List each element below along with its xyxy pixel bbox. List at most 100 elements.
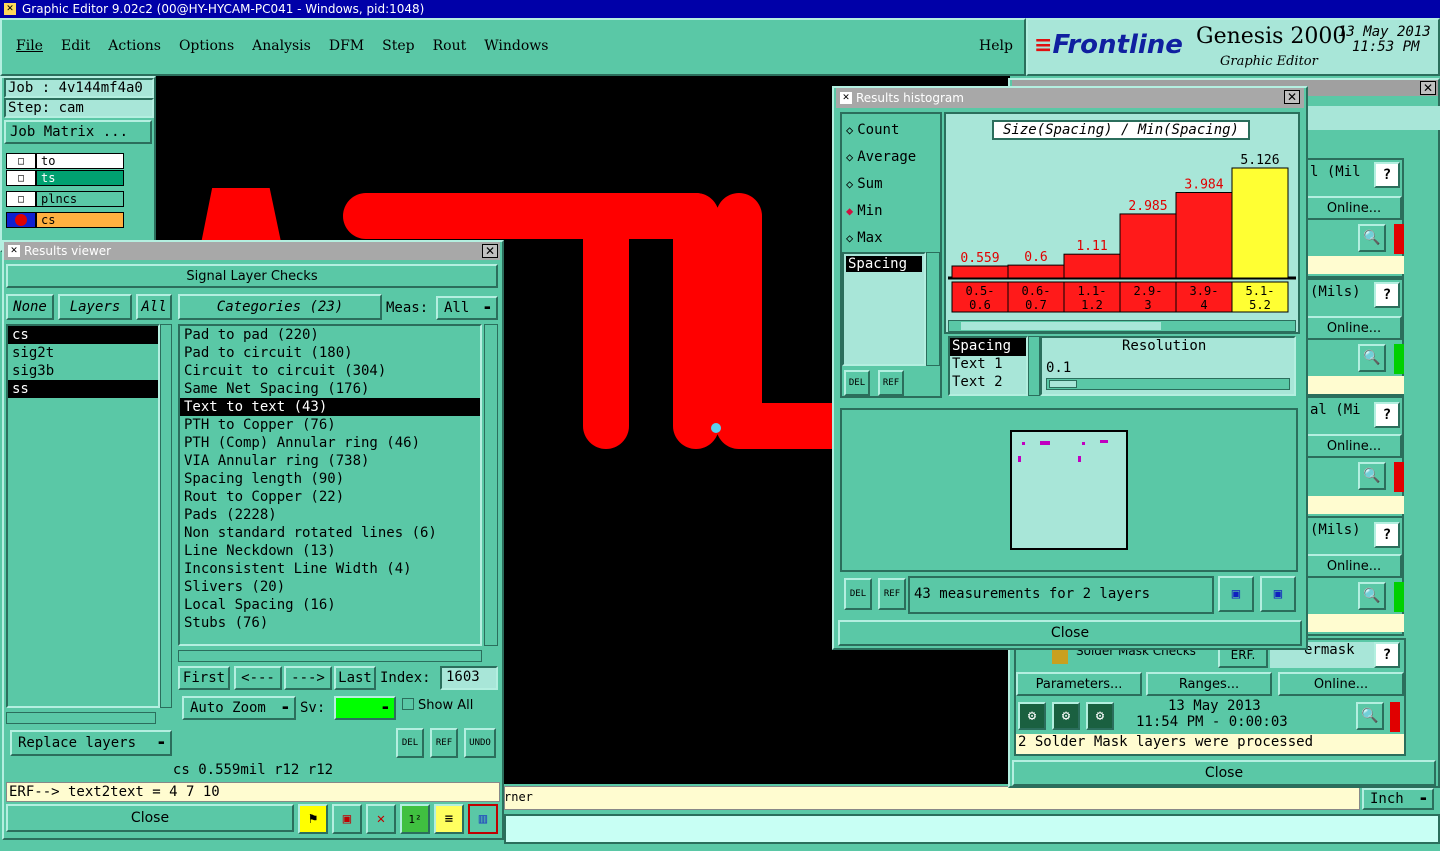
chart-scroll-thumb[interactable] — [961, 322, 1161, 330]
category-list[interactable]: Pad to pad (220) Pad to circuit (180) Ci… — [178, 324, 482, 646]
first-button[interactable]: First — [178, 666, 230, 690]
categories-button[interactable]: Categories (23) — [178, 294, 382, 320]
menu-edit[interactable]: Edit — [61, 38, 90, 54]
category-item-selected[interactable]: Text to text (43) — [180, 398, 480, 416]
category-item[interactable]: Pad to circuit (180) — [180, 344, 480, 362]
online-button[interactable]: Online... — [1306, 434, 1402, 458]
none-button[interactable]: None — [6, 294, 54, 320]
res-item[interactable]: Text 1 — [950, 356, 1026, 374]
category-item[interactable]: VIA Annular ring (738) — [180, 452, 480, 470]
report-icon[interactable]: ≡ — [434, 804, 464, 834]
layer-list-item[interactable]: sig3b — [8, 362, 158, 380]
attribute-list[interactable]: Spacing — [842, 252, 926, 366]
results-close-button[interactable]: Close — [6, 804, 294, 832]
mode-max[interactable]: ◇ Max — [846, 224, 916, 251]
action-icon[interactable]: ▣ — [332, 804, 362, 834]
layer-list-scrollbar[interactable] — [160, 324, 172, 708]
zoom-icon[interactable]: 🔍 — [1358, 224, 1386, 252]
menu-windows[interactable]: Windows — [484, 38, 548, 54]
auto-zoom-select[interactable]: Auto Zoom ▬ — [182, 696, 296, 720]
category-item[interactable]: Circuit to circuit (304) — [180, 362, 480, 380]
ref-icon[interactable]: REF — [878, 370, 904, 396]
category-item[interactable]: Rout to Copper (22) — [180, 488, 480, 506]
checklist-close-icon[interactable]: ✕ — [1420, 81, 1436, 95]
help-button[interactable]: ? — [1374, 282, 1400, 308]
layers-button[interactable]: Layers — [58, 294, 132, 320]
layer-row-to[interactable]: □ to — [6, 153, 124, 169]
layer-row-plncs[interactable]: □ plncs — [6, 191, 124, 207]
run-icon[interactable]: ⚙ — [1086, 702, 1114, 730]
del-icon[interactable]: DEL — [844, 578, 872, 610]
layer-row-ts[interactable]: □ ts — [6, 170, 124, 186]
command-line[interactable] — [504, 814, 1440, 844]
menu-options[interactable]: Options — [179, 38, 234, 54]
category-item[interactable]: Non standard rotated lines (6) — [180, 524, 480, 542]
ranges-button[interactable]: Ranges... — [1146, 672, 1272, 696]
ref-icon[interactable]: REF — [878, 578, 906, 610]
category-item[interactable]: Line Neckdown (13) — [180, 542, 480, 560]
del-icon[interactable]: DEL — [844, 370, 870, 396]
histogram-bar[interactable] — [1175, 192, 1233, 279]
erf-delete-icon[interactable]: ✕ — [366, 804, 396, 834]
histogram-close-icon[interactable]: ✕ — [1284, 90, 1300, 104]
unit-select[interactable]: Inch ▬ — [1362, 788, 1434, 810]
layer-list-item[interactable]: ss — [8, 380, 158, 398]
next-button[interactable]: ---> — [284, 666, 332, 690]
menu-rout[interactable]: Rout — [433, 38, 467, 54]
del-icon[interactable]: DEL — [396, 728, 424, 758]
resolution-slider[interactable] — [1046, 378, 1290, 390]
slider-thumb[interactable] — [1049, 380, 1077, 388]
zoom-icon[interactable]: 🔍 — [1358, 344, 1386, 372]
res-list[interactable]: Spacing Text 1 Text 2 — [948, 336, 1028, 396]
parameters-button[interactable]: Parameters... — [1016, 672, 1142, 696]
layer-checkbox[interactable]: □ — [6, 191, 36, 207]
preview-box[interactable] — [1010, 430, 1128, 550]
checklist-close-button[interactable]: Close — [1012, 760, 1436, 786]
histogram-close-button[interactable]: Close — [838, 620, 1302, 646]
attribute-scrollbar[interactable] — [926, 252, 940, 366]
menu-analysis[interactable]: Analysis — [252, 38, 311, 54]
category-item[interactable]: Same Net Spacing (176) — [180, 380, 480, 398]
histogram-bar[interactable] — [1119, 213, 1177, 279]
category-item[interactable]: Inconsistent Line Width (4) — [180, 560, 480, 578]
mode-average[interactable]: ◇ Average — [846, 143, 916, 170]
replace-layers-select[interactable]: Replace layers ▬ — [10, 730, 172, 756]
job-matrix-button[interactable]: Job Matrix ... — [4, 120, 152, 144]
sv-select[interactable]: ▬ — [334, 696, 396, 720]
category-hscroll[interactable] — [178, 650, 482, 662]
histogram-icon[interactable]: ▥ — [468, 804, 498, 834]
layer-list-item[interactable]: cs — [8, 326, 158, 344]
last-button[interactable]: Last — [334, 666, 376, 690]
help-button[interactable]: ? — [1374, 642, 1400, 668]
category-item[interactable]: Local Spacing (16) — [180, 596, 480, 614]
run-icon[interactable]: ⚙ — [1018, 702, 1046, 730]
chart-scrollbar[interactable] — [948, 320, 1296, 332]
ref-icon[interactable]: REF — [430, 728, 458, 758]
zoom-icon[interactable]: 🔍 — [1358, 582, 1386, 610]
layer-list-hscroll[interactable] — [6, 712, 156, 724]
menu-step[interactable]: Step — [382, 38, 414, 54]
online-button[interactable]: Online... — [1306, 316, 1402, 340]
res-item[interactable]: Spacing — [950, 338, 1026, 356]
res-item[interactable]: Text 2 — [950, 374, 1026, 392]
category-item[interactable]: Pads (2228) — [180, 506, 480, 524]
number-icon[interactable]: 1² — [400, 804, 430, 834]
layer-checkbox[interactable] — [6, 212, 36, 228]
layer-row-cs[interactable]: cs — [6, 212, 124, 228]
help-button[interactable]: ? — [1374, 402, 1400, 428]
results-viewer-close-icon[interactable]: ✕ — [482, 244, 498, 258]
import-icon[interactable]: ▣ — [1260, 576, 1296, 612]
all-layers-button[interactable]: All — [136, 294, 172, 320]
zoom-icon[interactable]: 🔍 — [1358, 462, 1386, 490]
layer-list-item[interactable]: sig2t — [8, 344, 158, 362]
histogram-bar[interactable] — [951, 265, 1009, 279]
show-all-checkbox[interactable] — [402, 698, 414, 710]
category-item[interactable]: Pad to pad (220) — [180, 326, 480, 344]
help-button[interactable]: ? — [1374, 522, 1400, 548]
category-item[interactable]: Spacing length (90) — [180, 470, 480, 488]
online-button[interactable]: Online... — [1278, 672, 1404, 696]
histogram-bar[interactable] — [1231, 167, 1289, 279]
undo-icon[interactable]: UNDO — [464, 728, 496, 758]
attribute-item[interactable]: Spacing — [846, 256, 922, 272]
run-icon[interactable]: ⚙ — [1052, 702, 1080, 730]
